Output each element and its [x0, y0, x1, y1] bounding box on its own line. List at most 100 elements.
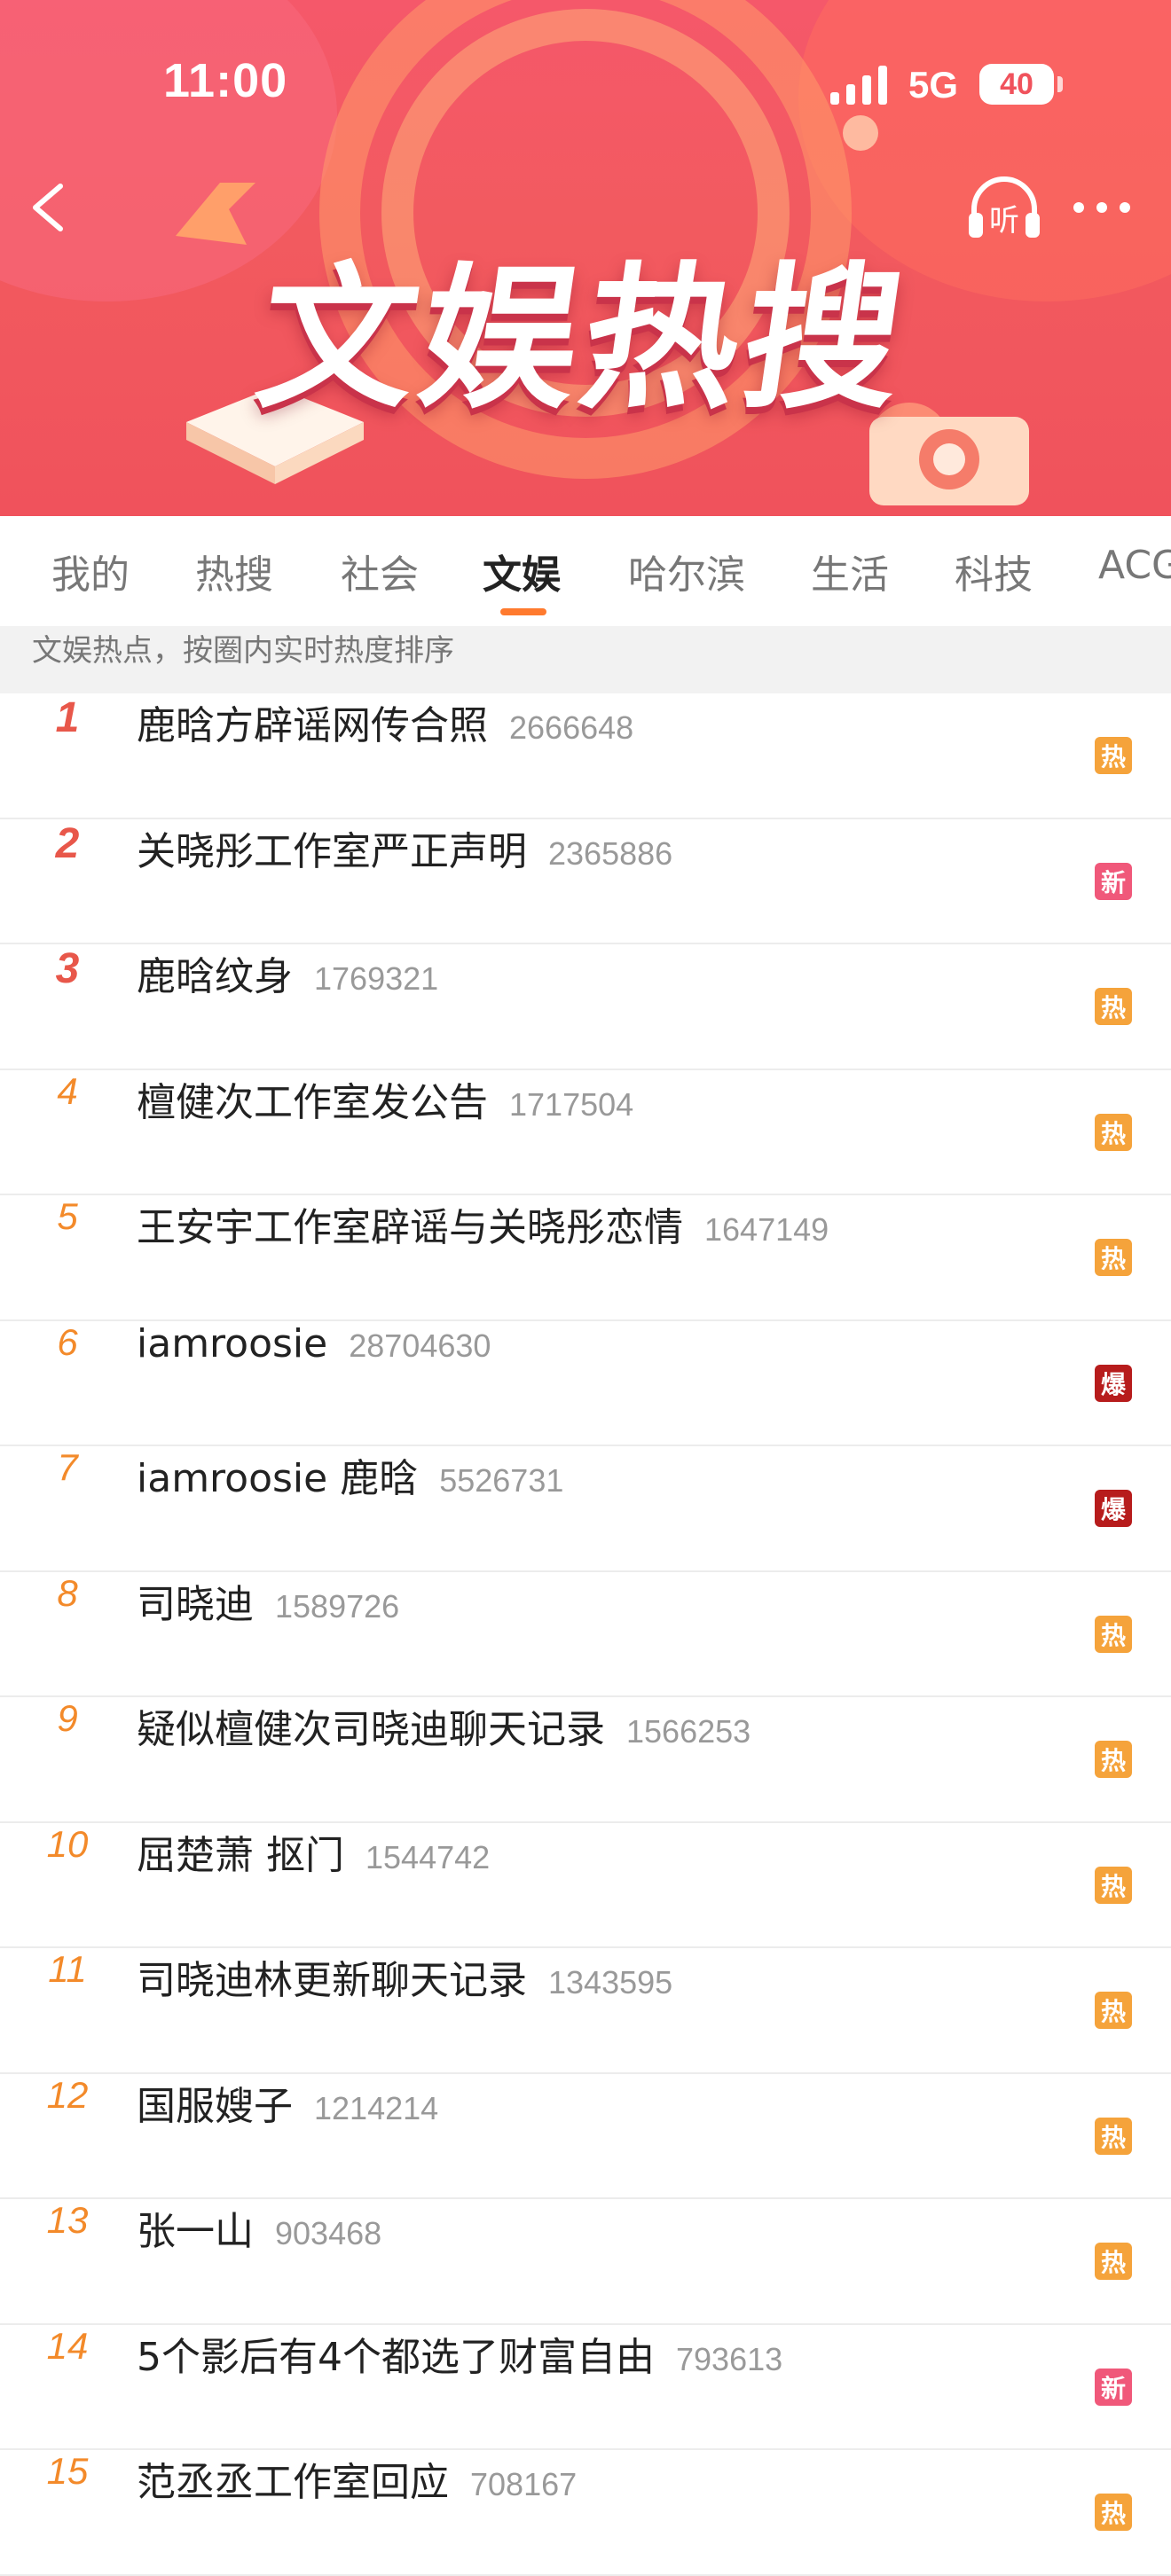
topic-title-group: 王安宇工作室辟谣与关晓彤恋情 1647149 [137, 1195, 829, 1319]
heat-count: 2666648 [509, 709, 634, 746]
list-item[interactable]: 3 鹿晗纹身 1769321 热 [0, 944, 1171, 1070]
topic-title-group: 檀健次工作室发公告 1717504 [137, 1070, 633, 1194]
rank-number: 15 [46, 2450, 89, 2492]
list-item[interactable]: 5 王安宇工作室辟谣与关晓彤恋情 1647149 热 [0, 1195, 1171, 1321]
status-badge: 热 [1095, 2117, 1132, 2155]
heat-count: 793613 [676, 2340, 783, 2377]
status-badge: 热 [1095, 1741, 1132, 1778]
header-banner: 11:00 5G 40 听 文娱热搜 [0, 0, 1171, 516]
heat-count: 28704630 [349, 1327, 491, 1364]
listen-label: 听 [989, 203, 1019, 239]
heat-count: 2365886 [548, 834, 673, 872]
topic-title-group: 司晓迪 1589726 [137, 1572, 399, 1696]
topic-title-group: iamroosie 28704630 [137, 1321, 491, 1445]
status-badge: 热 [1095, 2243, 1132, 2280]
heat-count: 1566253 [626, 1713, 751, 1750]
status-badge: 热 [1095, 737, 1132, 774]
tab-hot[interactable]: 热搜 [195, 543, 273, 605]
rank-number: 6 [57, 1320, 78, 1363]
status-badge: 热 [1095, 1866, 1132, 1904]
more-dots-icon [1073, 202, 1130, 213]
topic-title-group: 鹿晗纹身 1769321 [137, 944, 438, 1069]
topic-title: 鹿晗方辟谣网传合照 [137, 703, 488, 748]
status-badge: 新 [1095, 862, 1132, 900]
list-item[interactable]: 13 张一山 903468 热 [0, 2199, 1171, 2325]
rank-number: 11 [48, 1948, 87, 1990]
topic-title-group: 关晓彤工作室严正声明 2365886 [137, 819, 672, 943]
back-button[interactable] [21, 174, 75, 241]
status-badge: 热 [1095, 2494, 1132, 2531]
topic-title: 5个影后有4个都选了财富自由 [137, 2334, 655, 2380]
tab-society[interactable]: 社会 [341, 543, 419, 605]
cellular-signal-icon [830, 66, 887, 105]
topic-title: 范丞丞工作室回应 [137, 2460, 449, 2505]
list-item[interactable]: 2 关晓彤工作室严正声明 2365886 新 [0, 819, 1171, 944]
listen-button[interactable]: 听 [962, 174, 1047, 245]
list-item[interactable]: 8 司晓迪 1589726 热 [0, 1571, 1171, 1697]
topic-title: 疑似檀健次司晓迪聊天记录 [137, 1707, 605, 1752]
tab-harbin[interactable]: 哈尔滨 [628, 543, 745, 605]
tab-acg[interactable]: ACG [1098, 543, 1171, 605]
chevron-left-icon [33, 184, 63, 231]
status-badge: 热 [1095, 1239, 1132, 1276]
hot-search-list: 1 鹿晗方辟谣网传合照 2666648 热 2 关晓彤工作室严正声明 2365886 新 3 鹿晗… [0, 693, 1171, 2576]
heat-count: 708167 [470, 2466, 578, 2502]
topic-title: 司晓迪 [137, 1581, 254, 1627]
list-item[interactable]: 15 范丞丞工作室回应 708167 热 [0, 2450, 1171, 2576]
topic-title-group: iamroosie 鹿晗 5526731 [137, 1446, 563, 1570]
rank-number: 10 [46, 1822, 89, 1865]
heat-count: 5526731 [439, 1462, 564, 1499]
more-options-button[interactable] [1068, 190, 1139, 225]
rank-number: 14 [46, 2324, 89, 2367]
tab-tech[interactable]: 科技 [955, 543, 1033, 605]
banner-title: 文娱热搜 [248, 247, 920, 430]
active-tab-indicator [500, 608, 546, 615]
tab-mine[interactable]: 我的 [51, 543, 130, 605]
topic-title-group: 疑似檀健次司晓迪聊天记录 1566253 [137, 1697, 751, 1821]
topic-title-group: 司晓迪林更新聊天记录 1343595 [137, 1948, 672, 2072]
list-item[interactable]: 6 iamroosie 28704630 爆 [0, 1320, 1171, 1446]
topic-title-group: 范丞丞工作室回应 708167 [137, 2450, 577, 2574]
list-item[interactable]: 1 鹿晗方辟谣网传合照 2666648 热 [0, 693, 1171, 819]
topic-title: iamroosie 鹿晗 [137, 1456, 419, 1501]
rank-number: 1 [55, 694, 80, 741]
list-item[interactable]: 9 疑似檀健次司晓迪聊天记录 1566253 热 [0, 1697, 1171, 1823]
topic-title: 国服嫂子 [137, 2083, 293, 2129]
topic-title-group: 张一山 903468 [137, 2199, 381, 2323]
network-type: 5G [908, 64, 959, 106]
topic-title-group: 国服嫂子 1214214 [137, 2074, 438, 2198]
tab-life[interactable]: 生活 [811, 543, 889, 605]
heat-count: 1717504 [509, 1085, 634, 1123]
headphones-icon: 听 [969, 176, 1040, 239]
status-badge: 热 [1095, 1615, 1132, 1653]
list-item[interactable]: 14 5个影后有4个都选了财富自由 793613 新 [0, 2324, 1171, 2450]
status-badge: 爆 [1095, 1490, 1132, 1527]
list-item[interactable]: 7 iamroosie 鹿晗 5526731 爆 [0, 1446, 1171, 1572]
rank-number: 7 [57, 1446, 78, 1488]
list-item[interactable]: 10 屈楚萧 抠门 1544742 热 [0, 1822, 1171, 1948]
battery-level: 40 [1000, 67, 1033, 101]
battery-cap [1057, 76, 1063, 92]
list-item[interactable]: 11 司晓迪林更新聊天记录 1343595 热 [0, 1948, 1171, 2074]
rank-number: 5 [57, 1195, 78, 1237]
arrow-illustration-icon [176, 183, 255, 245]
heat-count: 903468 [275, 2215, 382, 2251]
heat-count: 1343595 [548, 1964, 673, 2001]
list-item[interactable]: 4 檀健次工作室发公告 1717504 热 [0, 1070, 1171, 1195]
topic-title-group: 鹿晗方辟谣网传合照 2666648 [137, 693, 633, 818]
rank-number: 8 [57, 1571, 78, 1614]
tab-entertainment[interactable]: 文娱 [483, 543, 561, 605]
heat-count: 1647149 [704, 1211, 829, 1248]
rank-number: 3 [55, 945, 80, 992]
rank-number: 12 [46, 2073, 89, 2116]
topic-title: 王安宇工作室辟谣与关晓彤恋情 [137, 1205, 683, 1250]
status-badge: 热 [1095, 988, 1132, 1025]
topic-title: 檀健次工作室发公告 [137, 1079, 488, 1125]
status-badge: 热 [1095, 1113, 1132, 1151]
status-time: 11:00 [163, 54, 288, 107]
topic-title: 张一山 [137, 2209, 254, 2254]
list-item[interactable]: 12 国服嫂子 1214214 热 [0, 2073, 1171, 2199]
heat-count: 1769321 [314, 960, 439, 997]
battery-icon: 40 [979, 64, 1054, 105]
rank-number: 2 [55, 819, 80, 867]
